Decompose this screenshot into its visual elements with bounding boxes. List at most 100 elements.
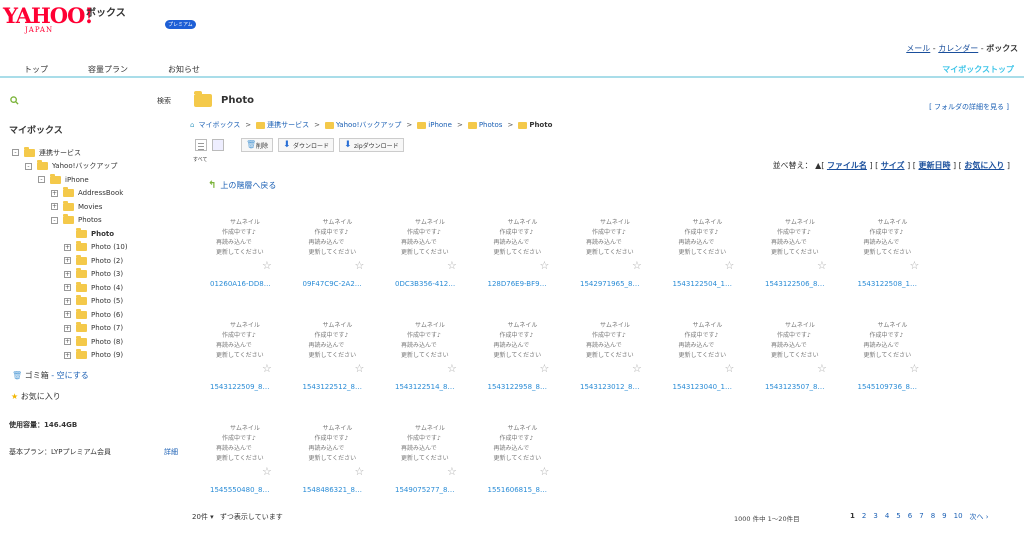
file-item[interactable]: サムネイル 作成中です♪ 再読み込んで 更新してください ☆ 1543123507_8… — [759, 319, 845, 399]
file-item[interactable]: サムネイル 作成中です♪ 再読み込んで 更新してください ☆ 1543122504_1… — [667, 216, 753, 296]
page-link[interactable]: 9 — [942, 512, 946, 522]
favorite-star-icon[interactable]: ☆ — [262, 466, 272, 477]
favorite-star-icon[interactable]: ☆ — [910, 363, 920, 374]
favorites-label[interactable]: お気に入り — [21, 392, 61, 401]
thumbnail-placeholder[interactable]: サムネイル 作成中です♪ 再読み込んで 更新してください — [586, 218, 646, 262]
tree-item[interactable]: + Movies — [51, 200, 102, 213]
file-item[interactable]: サムネイル 作成中です♪ 再読み込んで 更新してください ☆ 1551606815_8… — [482, 422, 568, 502]
thumbnail-placeholder[interactable]: サムネイル 作成中です♪ 再読み込んで 更新してください — [309, 218, 369, 262]
expand-icon[interactable]: + — [64, 243, 71, 251]
favorite-star-icon[interactable]: ☆ — [447, 363, 457, 374]
file-name-link[interactable]: 1543123040_1… — [673, 383, 755, 391]
thumbnail-placeholder[interactable]: サムネイル 作成中です♪ 再読み込んで 更新してください — [771, 321, 831, 365]
list-view-button[interactable] — [195, 139, 207, 151]
file-name-link[interactable]: 1549075277_8… — [395, 486, 477, 494]
favorite-star-icon[interactable]: ☆ — [262, 363, 272, 374]
grid-view-button[interactable] — [212, 139, 224, 151]
file-item[interactable]: サムネイル 作成中です♪ 再読み込んで 更新してください ☆ 09F47C9C-2A2… — [297, 216, 383, 296]
per-page-arrow-icon[interactable]: ▾ — [210, 513, 214, 521]
tree-item[interactable]: - Photos — [51, 214, 102, 227]
thumbnail-placeholder[interactable]: サムネイル 作成中です♪ 再読み込んで 更新してください — [309, 321, 369, 365]
favorite-star-icon[interactable]: ☆ — [355, 363, 365, 374]
tree-item[interactable]: + Photo (2) — [64, 254, 123, 267]
favorite-star-icon[interactable]: ☆ — [632, 363, 642, 374]
thumbnail-placeholder[interactable]: サムネイル 作成中です♪ 再読み込んで 更新してください — [401, 218, 461, 262]
favorite-star-icon[interactable]: ☆ — [262, 260, 272, 271]
sort-order-icon[interactable]: ▲ — [815, 161, 821, 170]
crumb-mybox[interactable]: マイボックス — [198, 120, 240, 130]
sort-size[interactable]: サイズ — [881, 161, 905, 170]
file-item[interactable]: サムネイル 作成中です♪ 再読み込んで 更新してください ☆ 128D76E9-BF9… — [482, 216, 568, 296]
per-page-select[interactable]: 20件 — [192, 513, 208, 521]
expand-icon[interactable]: + — [64, 257, 71, 264]
thumbnail-placeholder[interactable]: サムネイル 作成中です♪ 再読み込んで 更新してください — [494, 218, 554, 262]
thumbnail-placeholder[interactable]: サムネイル 作成中です♪ 再読み込んで 更新してください — [586, 321, 646, 365]
thumbnail-placeholder[interactable]: サムネイル 作成中です♪ 再読み込んで 更新してください — [216, 218, 276, 262]
page-link[interactable]: 3 — [873, 512, 877, 522]
file-name-link[interactable]: 0DC3B356-412… — [395, 280, 477, 288]
expand-icon[interactable]: + — [64, 338, 71, 345]
thumbnail-placeholder[interactable]: サムネイル 作成中です♪ 再読み込んで 更新してください — [494, 321, 554, 365]
file-name-link[interactable]: 1543122508_1… — [858, 280, 940, 288]
file-item[interactable]: サムネイル 作成中です♪ 再読み込んで 更新してください ☆ 0DC3B356-412… — [389, 216, 475, 296]
file-name-link[interactable]: 1543123507_8… — [765, 383, 847, 391]
file-name-link[interactable]: 1543122958_8… — [488, 383, 570, 391]
file-item[interactable]: サムネイル 作成中です♪ 再読み込んで 更新してください ☆ 1543123012_8… — [574, 319, 660, 399]
tree-item[interactable]: - iPhone — [38, 173, 89, 186]
select-all-label[interactable]: すべて — [193, 156, 207, 163]
file-name-link[interactable]: 1543122512_8… — [303, 383, 385, 391]
file-name-link[interactable]: 01260A16-DD8… — [210, 280, 292, 288]
delete-button[interactable]: 🗑 削除 — [241, 138, 274, 152]
file-item[interactable]: サムネイル 作成中です♪ 再読み込んで 更新してください ☆ 1549075277_8… — [389, 422, 475, 502]
download-button[interactable]: ⬇ ダウンロード — [278, 138, 335, 152]
file-name-link[interactable]: 1542971965_8… — [580, 280, 662, 288]
favorite-star-icon[interactable]: ☆ — [632, 260, 642, 271]
tree-item[interactable]: + Photo (5) — [64, 295, 123, 308]
folder-detail-link[interactable]: [ フォルダの詳細を見る ] — [929, 102, 1009, 112]
plan-detail-link[interactable]: 詳細 — [164, 447, 178, 457]
page-link[interactable]: 4 — [885, 512, 889, 522]
thumbnail-placeholder[interactable]: サムネイル 作成中です♪ 再読み込んで 更新してください — [401, 321, 461, 365]
page-link[interactable]: 8 — [931, 512, 935, 522]
page-link[interactable]: 2 — [862, 512, 866, 522]
sort-favorite[interactable]: お気に入り — [964, 161, 1004, 170]
expand-icon[interactable]: + — [51, 203, 58, 210]
page-link[interactable]: 5 — [896, 512, 900, 522]
trash-label[interactable]: ゴミ箱 — [25, 371, 49, 380]
expand-icon[interactable]: + — [64, 284, 71, 291]
collapse-icon[interactable]: - — [12, 149, 19, 156]
nav-capacity-plan[interactable]: 容量プラン — [88, 64, 128, 75]
up-level-link[interactable]: ↰ 上の階層へ戻る — [208, 180, 276, 191]
thumbnail-placeholder[interactable]: サムネイル 作成中です♪ 再読み込んで 更新してください — [864, 218, 924, 262]
file-item[interactable]: サムネイル 作成中です♪ 再読み込んで 更新してください ☆ 1543122958_8… — [482, 319, 568, 399]
collapse-icon[interactable]: - — [51, 216, 58, 224]
expand-icon[interactable]: + — [51, 189, 58, 197]
mail-link[interactable]: メール — [906, 44, 930, 53]
favorite-star-icon[interactable]: ☆ — [540, 363, 550, 374]
file-name-link[interactable]: 1543122504_1… — [673, 280, 755, 288]
search-button[interactable]: 検索 — [157, 96, 171, 106]
file-name-link[interactable]: 1551606815_8… — [488, 486, 570, 494]
crumb-iphone[interactable]: iPhone — [428, 121, 452, 129]
thumbnail-placeholder[interactable]: サムネイル 作成中です♪ 再読み込んで 更新してください — [771, 218, 831, 262]
file-name-link[interactable]: 128D76E9-BF9… — [488, 280, 570, 288]
expand-icon[interactable]: + — [64, 351, 71, 359]
file-item[interactable]: サムネイル 作成中です♪ 再読み込んで 更新してください ☆ 01260A16-DD8… — [204, 216, 290, 296]
next-page-link[interactable]: 次へ › — [970, 512, 989, 522]
favorite-star-icon[interactable]: ☆ — [355, 466, 365, 477]
nav-top[interactable]: トップ — [24, 64, 48, 75]
crumb-backup[interactable]: Yahoo!バックアップ — [336, 120, 401, 130]
tree-item[interactable]: + Photo (3) — [64, 268, 123, 281]
file-item[interactable]: サムネイル 作成中です♪ 再読み込んで 更新してください ☆ 1545109736_8… — [852, 319, 938, 399]
trash-item[interactable]: 🗑 ゴミ箱 - 空にする — [12, 370, 89, 381]
file-item[interactable]: サムネイル 作成中です♪ 再読み込んで 更新してください ☆ 1543123040_1… — [667, 319, 753, 399]
favorite-star-icon[interactable]: ☆ — [910, 260, 920, 271]
favorite-star-icon[interactable]: ☆ — [540, 260, 550, 271]
file-name-link[interactable]: 1545550480_8… — [210, 486, 292, 494]
crumb-photos[interactable]: Photos — [479, 121, 503, 129]
thumbnail-placeholder[interactable]: サムネイル 作成中です♪ 再読み込んで 更新してください — [494, 424, 554, 468]
thumbnail-placeholder[interactable]: サムネイル 作成中です♪ 再読み込んで 更新してください — [309, 424, 369, 468]
tree-item[interactable]: + Photo (6) — [64, 308, 123, 321]
file-item[interactable]: サムネイル 作成中です♪ 再読み込んで 更新してください ☆ 1543122512_8… — [297, 319, 383, 399]
thumbnail-placeholder[interactable]: サムネイル 作成中です♪ 再読み込んで 更新してください — [679, 321, 739, 365]
